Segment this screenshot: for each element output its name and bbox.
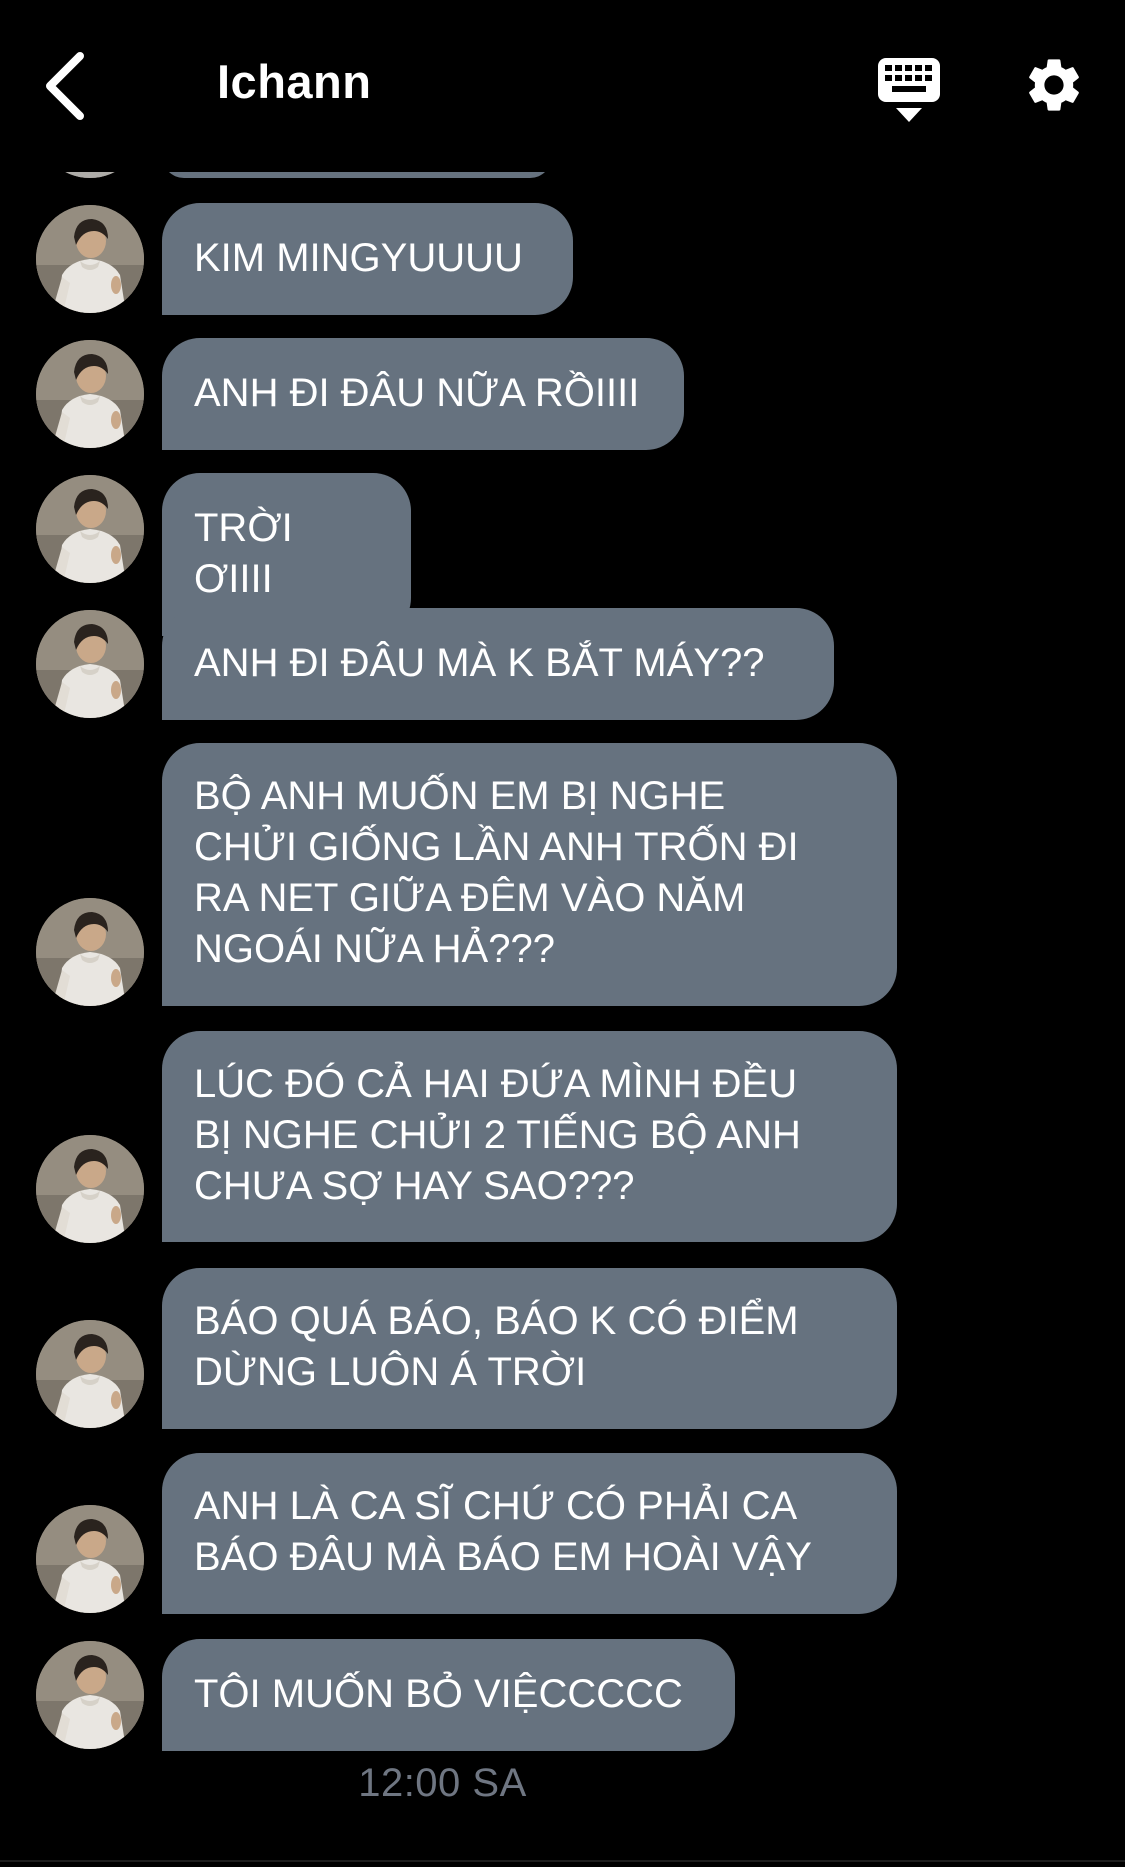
message-list[interactable]: KIM MINGYUUUU ANH ĐI ĐÂU NỮA RỒIIII TRỜI… <box>0 0 1125 1867</box>
bottom-divider <box>0 1860 1125 1862</box>
keyboard-dismiss-button[interactable] <box>876 54 942 124</box>
back-button[interactable] <box>36 46 100 126</box>
avatar[interactable] <box>36 1320 144 1428</box>
avatar[interactable] <box>36 475 144 583</box>
avatar[interactable] <box>36 1135 144 1243</box>
message-bubble[interactable]: KIM MINGYUUUU <box>162 203 573 315</box>
chat-title: Ichann <box>217 55 372 108</box>
avatar[interactable] <box>36 610 144 718</box>
message-bubble[interactable]: TÔI MUỐN BỎ VIỆCCCCC <box>162 1639 735 1751</box>
chevron-left-icon <box>46 52 84 120</box>
avatar[interactable] <box>36 205 144 313</box>
avatar[interactable] <box>36 340 144 448</box>
message-timestamp: 12:00 SA <box>358 1761 527 1805</box>
avatar[interactable] <box>36 1505 144 1613</box>
avatar[interactable] <box>36 898 144 1006</box>
message-bubble[interactable]: LÚC ĐÓ CẢ HAI ĐỨA MÌNH ĐỀU BỊ NGHE CHỬI … <box>162 1031 897 1242</box>
chat-header: Ichann <box>0 0 1125 172</box>
message-bubble[interactable]: ANH LÀ CA SĨ CHỨ CÓ PHẢI CA BÁO ĐÂU MÀ B… <box>162 1453 897 1614</box>
avatar[interactable] <box>36 1641 144 1749</box>
message-bubble[interactable]: ANH ĐI ĐÂU MÀ K BẮT MÁY?? <box>162 608 834 720</box>
keyboard-dismiss-icon <box>878 58 940 122</box>
message-bubble[interactable]: BỘ ANH MUỐN EM BỊ NGHE CHỬI GIỐNG LẦN AN… <box>162 743 897 1006</box>
message-bubble[interactable]: ANH ĐI ĐÂU NỮA RỒIIII <box>162 338 684 450</box>
gear-icon <box>1029 59 1079 111</box>
message-bubble[interactable]: BÁO QUÁ BÁO, BÁO K CÓ ĐIỂM DỪNG LUÔN Á T… <box>162 1268 897 1429</box>
settings-button[interactable] <box>1022 53 1086 117</box>
